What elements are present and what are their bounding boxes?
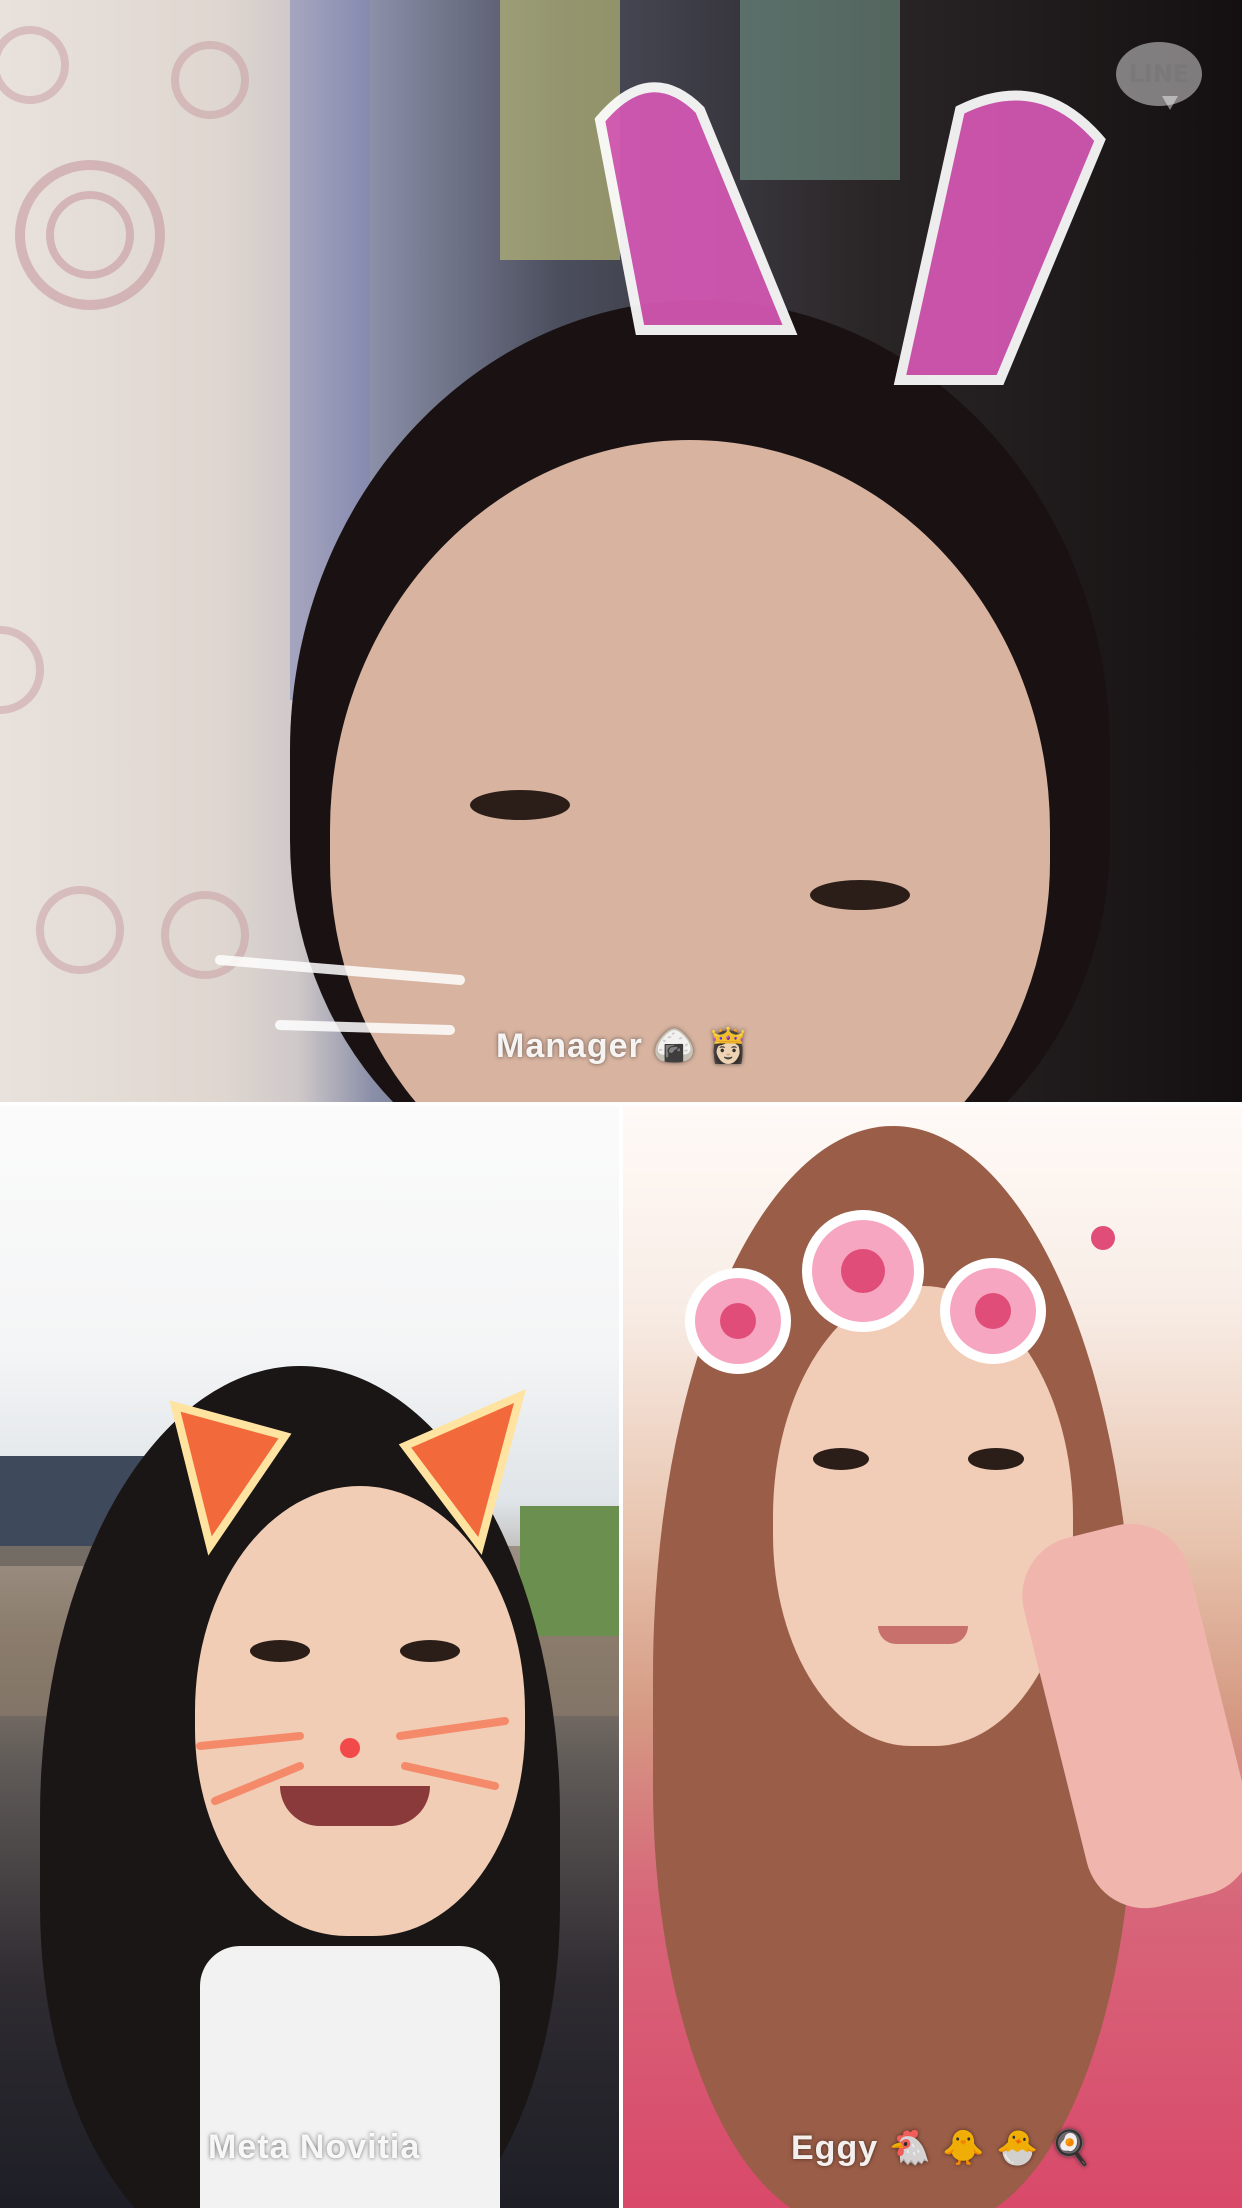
participant-name: Meta Novitia	[208, 2128, 421, 2166]
participant-name-eggy: Eggy 🐔 🐥 🐣 🍳	[791, 2128, 1093, 2168]
video-tile-eggy[interactable]: Eggy 🐔 🐥 🐣 🍳	[623, 1106, 1242, 2208]
participant-emojis: 🍙 👸🏻	[653, 1027, 751, 1065]
video-tile-manager[interactable]: LINE Manager 🍙 👸🏻	[0, 0, 1242, 1102]
participant-name: Eggy	[791, 2129, 879, 2167]
participant-name: Manager	[496, 1027, 643, 1065]
video-call-screen: LINE Manager 🍙 👸🏻 Meta Novitia Eggy 🐔 🐥 …	[0, 0, 1242, 2208]
participant-emojis: 🐔 🐥 🐣 🍳	[888, 2129, 1094, 2167]
participant-name-manager: Manager 🍙 👸🏻	[496, 1026, 750, 1066]
participant-name-meta-novitia: Meta Novitia	[208, 2128, 420, 2167]
cat-ears-filter	[169, 1389, 526, 1805]
bunny-ears-filter	[215, 82, 1106, 1035]
flower-crown-filter	[685, 1210, 1115, 1374]
line-logo: LINE	[1116, 42, 1202, 114]
line-logo-text: LINE	[1128, 60, 1190, 88]
video-tile-meta-novitia[interactable]: Meta Novitia	[0, 1106, 619, 2208]
